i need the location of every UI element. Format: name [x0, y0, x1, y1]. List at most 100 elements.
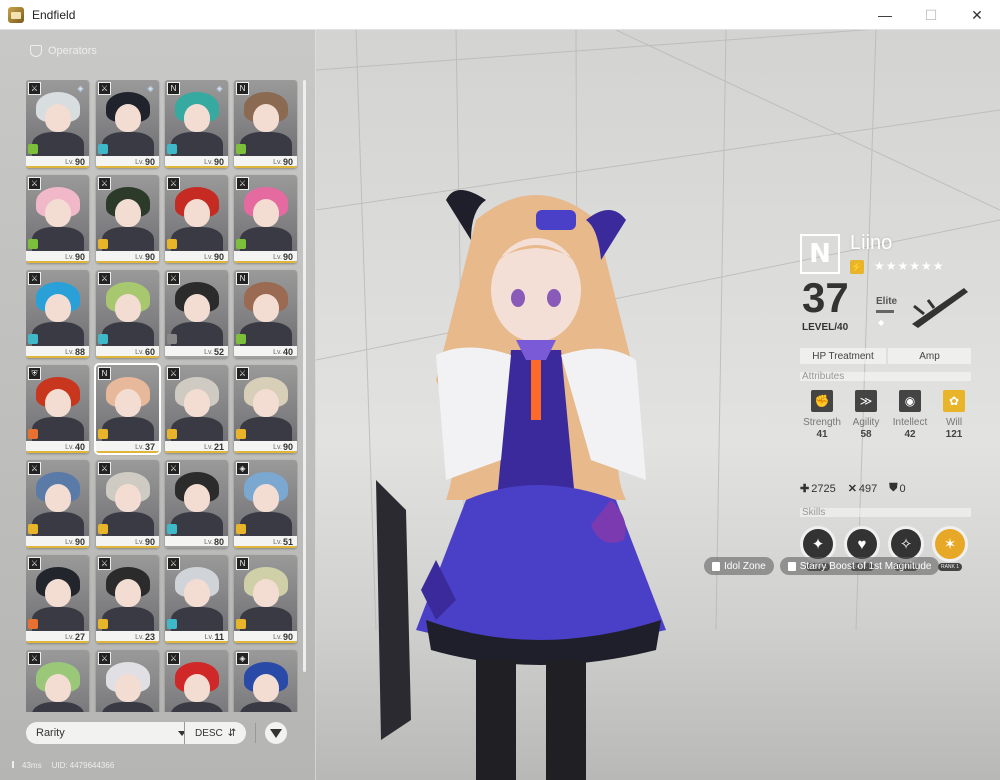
minimize-button[interactable]: — [862, 0, 908, 30]
class-icon: ⚔ [167, 272, 180, 285]
operator-card[interactable]: ⚔ ◈ Lv. 90 [26, 80, 89, 168]
portrait-face [184, 104, 210, 132]
shield-icon [712, 561, 720, 571]
ping-value: 43ms [22, 761, 42, 770]
portrait-body [102, 702, 154, 712]
talent-chip-idol-zone[interactable]: Idol Zone [704, 557, 774, 575]
class-icon: ⚔ [167, 177, 180, 190]
operator-card[interactable]: ⚔ Lv. 90 [234, 365, 297, 453]
app-icon [8, 6, 24, 23]
operator-card[interactable]: ⚔ Lv. 11 [165, 555, 228, 643]
portrait-face [253, 104, 279, 132]
level-prefix: Lv. [65, 538, 74, 546]
grid-scrollbar[interactable] [303, 80, 306, 672]
sort-field-label: Rarity [36, 727, 65, 739]
element-icon [28, 239, 38, 249]
close-button[interactable]: ✕ [954, 0, 1000, 30]
class-icon: ⚔ [167, 367, 180, 380]
uid-readout: UID: 4479644366 [51, 761, 115, 770]
talent-label: Starry Boost of 1st Magnitude [799, 560, 932, 572]
rarity-bar [26, 356, 89, 358]
element-icon [167, 524, 177, 534]
operator-card[interactable]: ⚔ ◈ Lv. 90 [96, 80, 159, 168]
rarity-bar [26, 546, 89, 548]
element-icon [236, 334, 246, 344]
class-icon: ⚔ [98, 272, 111, 285]
attribute-agility: ≫ Agility 58 [844, 390, 888, 440]
portrait-face [45, 579, 71, 607]
def-stat: ⛊ 0 [889, 482, 905, 495]
operator-card[interactable]: ⚔ [96, 650, 159, 712]
attribute-icon: ≫ [855, 390, 877, 412]
operator-card[interactable]: N Lv. 40 [234, 270, 297, 358]
operator-card[interactable]: ◈ Lv. 51 [234, 460, 297, 548]
element-icon [98, 619, 108, 629]
attribute-name: Will [945, 417, 963, 428]
rarity-bar [234, 261, 297, 263]
operator-card[interactable]: N Lv. 37 [94, 363, 161, 455]
operator-card[interactable]: ⚔ Lv. 90 [165, 175, 228, 263]
operator-card[interactable]: ⛨ Lv. 40 [26, 365, 89, 453]
element-icon [167, 619, 177, 629]
attribute-icon: ✊ [811, 390, 833, 412]
operator-card[interactable]: N Lv. 90 [234, 555, 297, 643]
operator-card[interactable]: ⚔ Lv. 88 [26, 270, 89, 358]
operator-card[interactable]: ⚔ Lv. 80 [165, 460, 228, 548]
talent-chip-starry-boost[interactable]: Starry Boost of 1st Magnitude [779, 557, 940, 575]
operator-card[interactable]: N Lv. 90 [234, 80, 297, 168]
operator-card[interactable]: ⚔ Lv. 90 [26, 175, 89, 263]
operator-card[interactable]: ⚔ Lv. 52 [165, 270, 228, 358]
portrait-face [253, 484, 279, 512]
rarity-bar [96, 546, 159, 548]
level-prefix: Lv. [135, 538, 144, 546]
portrait-body [240, 702, 292, 712]
portrait-face [253, 674, 279, 702]
sort-order-toggle[interactable]: DESC ⇵ [184, 722, 246, 744]
operator-card[interactable]: ⚔ Lv. 21 [165, 365, 228, 453]
attributes-header: Attributes [800, 372, 971, 382]
rarity-bar [26, 166, 89, 168]
class-icon: N [236, 557, 249, 570]
element-icon [236, 239, 246, 249]
class-icon: ⚔ [236, 367, 249, 380]
operator-card[interactable]: N ◈ Lv. 90 [165, 80, 228, 168]
operator-card[interactable]: ⚔ [26, 650, 89, 712]
maximize-button[interactable]: ☐ [908, 0, 954, 30]
operator-card[interactable]: ⚔ Lv. 23 [96, 555, 159, 643]
attribute-value: 121 [945, 429, 963, 440]
operator-card[interactable]: ⚔ Lv. 90 [26, 460, 89, 548]
element-icon [167, 239, 177, 249]
portrait-face [45, 389, 71, 417]
operators-title: Operators [48, 45, 97, 57]
skill-icon: ♥ [857, 535, 867, 553]
element-icon [28, 334, 38, 344]
level-prefix: Lv. [65, 633, 74, 641]
def-value: 0 [899, 482, 906, 495]
element-icon [236, 524, 246, 534]
portrait-face [184, 294, 210, 322]
lock-icon [787, 561, 796, 571]
level-prefix: Lv. [204, 443, 213, 451]
operator-card[interactable]: ◈ [234, 650, 297, 712]
portrait-face [115, 484, 141, 512]
window-title: Endfield [32, 7, 76, 22]
operator-card[interactable]: ⚔ [165, 650, 228, 712]
attribute-value: 58 [860, 429, 872, 440]
operator-card[interactable]: ⚔ Lv. 90 [234, 175, 297, 263]
sort-field-select[interactable]: Rarity [26, 722, 196, 744]
attribute-name: Strength [803, 417, 841, 428]
divider [255, 723, 256, 743]
operator-info-panel: N Liino ⚡ ★★★★★★ 37 LEVEL/40 Elite ◆ HP … [800, 230, 975, 590]
operator-card[interactable]: ⚔ Lv. 27 [26, 555, 89, 643]
filter-button[interactable] [265, 722, 287, 744]
portrait-face [45, 199, 71, 227]
class-icon: N [236, 272, 249, 285]
level-prefix: Lv. [273, 443, 282, 451]
operator-card[interactable]: ⚔ Lv. 90 [96, 460, 159, 548]
sort-bar: Rarity DESC ⇵ [26, 720, 310, 746]
status-bar: 43ms UID: 4479644366 [12, 761, 114, 770]
operator-card[interactable]: ⚔ Lv. 90 [96, 175, 159, 263]
talent-label: Idol Zone [724, 560, 766, 572]
portrait-face [45, 104, 71, 132]
operator-card[interactable]: ⚔ Lv. 60 [96, 270, 159, 358]
